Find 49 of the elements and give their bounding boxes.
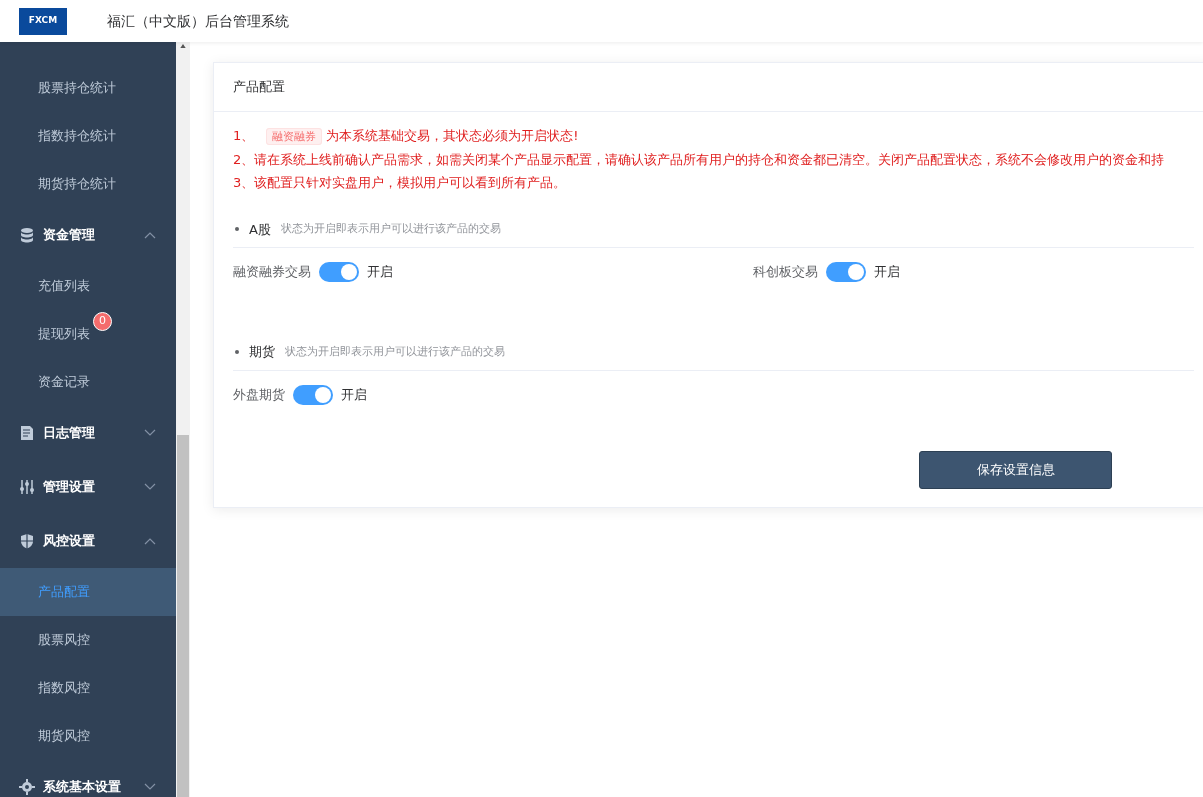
switch-label: 融资融券交易 (233, 263, 311, 282)
sidebar-group[interactable]: 系统基本设置 (43, 777, 121, 797)
document-icon (19, 425, 35, 441)
chevron-up-icon[interactable] (144, 231, 156, 239)
sidebar-item[interactable]: 股票风控 (0, 616, 176, 664)
bullet-icon (235, 349, 239, 354)
switch-label: 外盘期货 (233, 385, 285, 404)
sidebar-item[interactable]: 指数持仓统计 (0, 112, 176, 160)
sidebar-item[interactable]: 股票持仓统计 (0, 64, 176, 112)
section-hint: 状态为开启即表示用户可以进行该产品的交易 (280, 221, 501, 237)
note-text: 3、该配置只针对实盘用户，模拟用户可以看到所有产品。 (233, 173, 568, 192)
sidebar-item[interactable]: 指数风控 (0, 664, 176, 712)
sidebar-item[interactable]: 期货风控 (0, 712, 176, 760)
chevron-down-icon[interactable] (144, 783, 156, 791)
sidebar-item[interactable]: 期货持仓统计 (0, 160, 176, 208)
chevron-up-icon[interactable] (144, 537, 156, 545)
toggle-switch[interactable] (319, 262, 359, 282)
chevron-down-icon[interactable] (144, 429, 156, 437)
sidebar-item[interactable]: 提现列表 0 (0, 310, 176, 358)
toggle-switch[interactable] (826, 262, 866, 282)
card-title: 产品配置 (233, 79, 285, 94)
sidebar-group[interactable]: 日志管理 (43, 423, 95, 443)
sliders-icon (19, 479, 35, 495)
app-title: 福汇（中文版）后台管理系统 (107, 11, 289, 31)
database-icon (19, 227, 35, 243)
tag: 融资融券 (266, 127, 323, 145)
count-badge: 0 (93, 312, 112, 331)
sidebar-group[interactable]: 风控设置 (43, 531, 95, 551)
section-title: A股 (249, 220, 271, 239)
sidebar-item[interactable]: 充值列表 (0, 262, 176, 310)
sidebar-group[interactable]: 管理设置 (43, 477, 95, 497)
chevron-down-icon[interactable] (144, 483, 156, 491)
note-text: 为本系统基础交易，其状态必须为开启状态! (326, 127, 579, 143)
shield-icon (19, 533, 35, 549)
note-text: 2、请在系统上线前确认产品需求，如需关闭某个产品显示配置，请确认该产品所有用户的持仓和资金都已清空。关闭产品配置状态，系统不会修改用户的资金和持 (233, 150, 1166, 169)
switch-state: 开启 (341, 385, 367, 404)
note-number: 1、 (233, 127, 255, 143)
sidebar-group[interactable]: 资金管理 (43, 225, 95, 245)
switch-state: 开启 (367, 263, 393, 282)
section-hint: 状态为开启即表示用户可以进行该产品的交易 (285, 343, 505, 360)
save-button[interactable]: 保存设置信息 (919, 450, 1112, 489)
switch-label: 科创板交易 (753, 263, 818, 282)
toggle-switch[interactable] (293, 384, 333, 405)
switch-state: 开启 (874, 263, 900, 282)
scrollbar-thumb[interactable] (177, 435, 189, 797)
brand-logo: FXCM (19, 7, 67, 35)
bullet-icon (235, 227, 239, 232)
section-title: 期货 (249, 343, 275, 361)
sidebar-item[interactable]: 资金记录 (0, 358, 176, 406)
